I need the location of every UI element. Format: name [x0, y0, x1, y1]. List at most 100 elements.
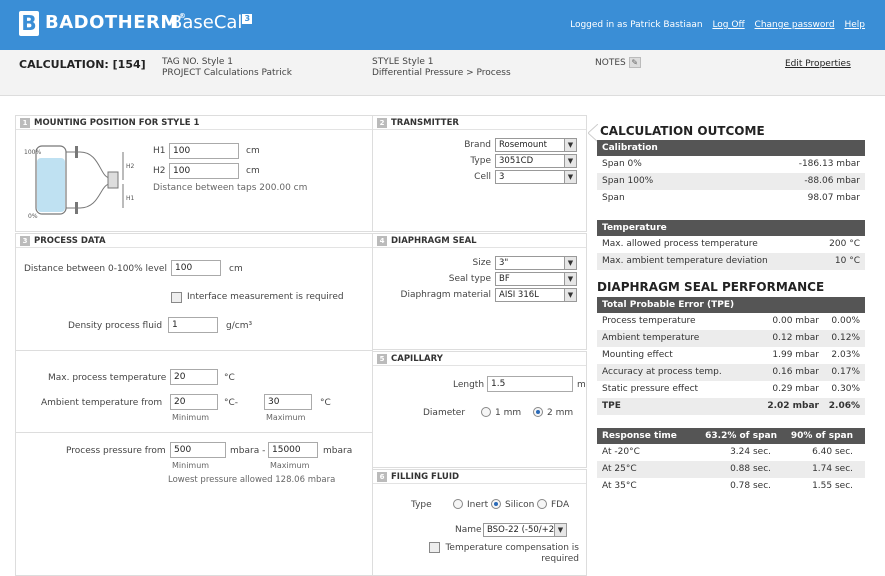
- seal-type-select[interactable]: BF ▼: [495, 272, 577, 286]
- pressure-min-input[interactable]: 500: [170, 442, 226, 458]
- mounting-panel-header: 1 MOUNTING POSITION FOR STYLE 1: [16, 116, 372, 130]
- density-label: Density process fluid: [68, 321, 163, 331]
- row-label: Process temperature: [602, 316, 696, 326]
- row-90-value: 1.74 sec.: [812, 464, 853, 474]
- style-name: STYLE Style 1: [372, 57, 434, 67]
- pressure-min-unit: mbara -: [230, 446, 266, 456]
- chevron-down-icon: ▼: [564, 139, 576, 151]
- cell-label: Cell: [474, 172, 491, 182]
- type-fda-radio[interactable]: [537, 499, 547, 509]
- type-inert-radio[interactable]: [453, 499, 463, 509]
- col-63-header: 63.2% of span: [705, 431, 777, 441]
- top-bar: B BADOTHERM® BaseCal 3 Logged in as Patri…: [0, 0, 885, 50]
- size-select[interactable]: 3" ▼: [495, 256, 577, 270]
- tpe-total-row: TPE 2.02 mbar 2.06%: [597, 398, 865, 415]
- chevron-down-icon: ▼: [564, 273, 576, 285]
- row-label: Span: [602, 193, 625, 203]
- row-percent: 0.30%: [831, 384, 860, 394]
- row-63-value: 0.88 sec.: [730, 464, 771, 474]
- section-number: 5: [377, 354, 387, 364]
- product-name: BaseCal 3: [170, 12, 253, 33]
- edit-notes-icon[interactable]: ✎: [628, 57, 641, 68]
- process-panel-header: 3 PROCESS DATA: [16, 234, 372, 248]
- temp-compensation-checkbox[interactable]: [429, 542, 440, 553]
- diameter-label: Diameter: [423, 408, 466, 418]
- diameter-2mm-label: 2 mm: [547, 408, 574, 418]
- notes-label: NOTES: [595, 58, 626, 68]
- length-label: Length: [453, 380, 485, 390]
- h2-label: H2: [153, 166, 166, 176]
- ambient-min-input[interactable]: 20: [170, 394, 218, 410]
- process-pressure-label: Process pressure from: [66, 446, 166, 456]
- level-distance-input[interactable]: 100: [171, 260, 221, 276]
- type-silicon-radio[interactable]: [491, 499, 501, 509]
- row-label: Static pressure effect: [602, 384, 699, 394]
- row-label: At 35°C: [602, 481, 637, 491]
- row-label: TPE: [602, 401, 621, 411]
- h2-unit: cm: [246, 166, 260, 176]
- logo: B: [19, 11, 39, 36]
- row-value: 98.07 mbar: [807, 193, 860, 203]
- row-mbar: 0.12 mbar: [772, 333, 819, 343]
- row-percent: 0.00%: [831, 316, 860, 326]
- chevron-down-icon: ▼: [564, 289, 576, 301]
- style-block: STYLE Style 1 Differential Pressure > Pr…: [372, 57, 511, 79]
- row-percent: 2.03%: [831, 350, 860, 360]
- density-input[interactable]: 1: [168, 317, 218, 333]
- pressure-max-input[interactable]: 15000: [268, 442, 318, 458]
- ambient-temp-label: Ambient temperature from: [41, 398, 163, 408]
- fluid-name-select[interactable]: BSO-22 (-50/+20 ▼: [483, 523, 567, 537]
- h2-input[interactable]: 100: [169, 163, 239, 179]
- capillary-panel: 5 CAPILLARY Length 1.5 m Diameter 1 mm 2 …: [372, 351, 587, 468]
- interface-checkbox[interactable]: [171, 292, 182, 303]
- fluid-name-value: BSO-22 (-50/+20: [487, 525, 560, 535]
- calibration-header: Calibration: [597, 140, 865, 156]
- mounting-title: MOUNTING POSITION FOR STYLE 1: [34, 118, 200, 128]
- project-name: PROJECT Calculations Patrick: [162, 68, 292, 78]
- material-select[interactable]: AISI 316L ▼: [495, 288, 577, 302]
- size-label: Size: [472, 258, 491, 268]
- table-row: Process temperature 0.00 mbar 0.00%: [597, 313, 865, 330]
- max-process-temp-label: Max. process temperature: [48, 373, 167, 383]
- row-mbar: 2.02 mbar: [767, 401, 819, 411]
- type-label: Type: [470, 156, 491, 166]
- type-select[interactable]: 3051CD ▼: [495, 154, 577, 168]
- diameter-2mm-radio[interactable]: [533, 407, 543, 417]
- notes: NOTES ✎: [595, 57, 641, 68]
- h1-unit: cm: [246, 146, 260, 156]
- cell-select[interactable]: 3 ▼: [495, 170, 577, 184]
- section-number: 2: [377, 118, 387, 128]
- lowest-pressure-note: Lowest pressure allowed 128.06 mbara: [168, 475, 336, 485]
- help-link[interactable]: Help: [844, 20, 865, 30]
- diaphragm-panel-header: 4 DIAPHRAGM SEAL: [373, 234, 586, 248]
- ambient-max-input[interactable]: 30: [264, 394, 312, 410]
- h1-input[interactable]: 100: [169, 143, 239, 159]
- type-value: 3051CD: [499, 156, 534, 166]
- brand-select[interactable]: Rosemount ▼: [495, 138, 577, 152]
- log-off-link[interactable]: Log Off: [712, 20, 744, 30]
- level-0-label: 0%: [28, 213, 38, 220]
- row-63-value: 0.78 sec.: [730, 481, 771, 491]
- row-63-value: 3.24 sec.: [730, 447, 771, 457]
- brand-name: BADOTHERM®: [45, 12, 187, 33]
- row-value: -88.06 mbar: [804, 176, 860, 186]
- row-percent: 0.17%: [831, 367, 860, 377]
- change-password-link[interactable]: Change password: [755, 20, 835, 30]
- length-input[interactable]: 1.5: [487, 376, 573, 392]
- row-90-value: 1.55 sec.: [812, 481, 853, 491]
- diameter-1mm-radio[interactable]: [481, 407, 491, 417]
- cell-value: 3: [499, 172, 505, 182]
- chevron-down-icon: ▼: [564, 155, 576, 167]
- response-time-header: Response time 63.2% of span 90% of span: [597, 428, 865, 444]
- temperature-table: Temperature Max. allowed process tempera…: [597, 220, 865, 270]
- size-value: 3": [499, 258, 509, 268]
- row-label: At -20°C: [602, 447, 640, 457]
- diaphragm-title: DIAPHRAGM SEAL: [391, 236, 477, 246]
- row-label: Max. allowed process temperature: [602, 239, 758, 249]
- section-number: 6: [377, 472, 387, 482]
- edit-properties-link[interactable]: Edit Properties: [785, 59, 851, 69]
- section-number: 1: [20, 118, 30, 128]
- row-label: Span 100%: [602, 176, 654, 186]
- max-process-temp-input[interactable]: 20: [170, 369, 218, 385]
- diagram-h1-label: H1: [126, 195, 135, 202]
